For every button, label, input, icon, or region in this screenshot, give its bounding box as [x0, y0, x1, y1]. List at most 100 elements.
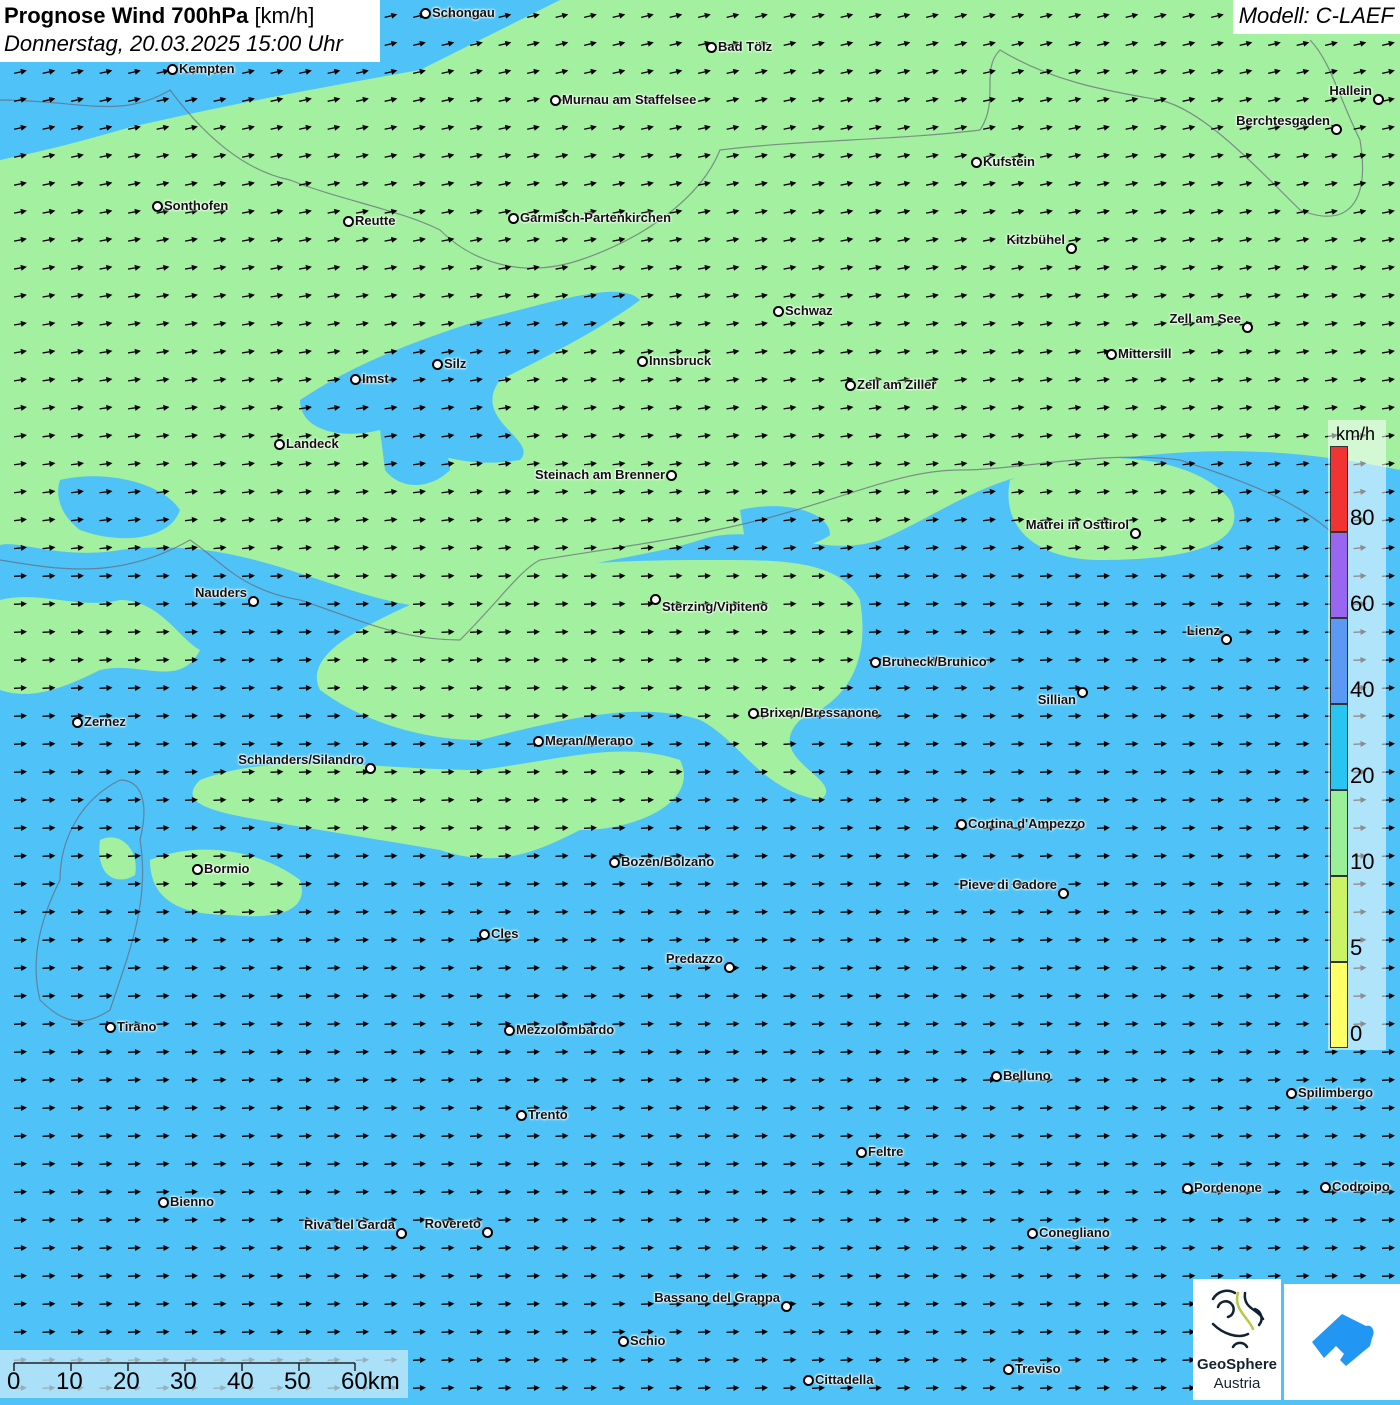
legend-band	[1330, 618, 1348, 704]
legend-tick: 40	[1350, 677, 1374, 703]
geosphere-logo-icon	[1193, 1279, 1281, 1355]
city-label: Berchtesgaden	[1236, 113, 1330, 128]
city-marker	[706, 42, 717, 53]
city-marker	[1331, 124, 1342, 135]
city-label: Imst	[362, 371, 389, 386]
legend-band	[1330, 962, 1348, 1048]
city-marker	[72, 717, 83, 728]
city-marker	[1373, 94, 1384, 105]
geosphere-line1: GeoSphere	[1193, 1356, 1281, 1373]
city-label: Schio	[630, 1333, 665, 1348]
city-marker	[1066, 243, 1077, 254]
title-box: Prognose Wind 700hPa [km/h] Donnerstag, …	[0, 0, 380, 62]
city-label: Zell am See	[1169, 311, 1241, 326]
city-marker	[803, 1375, 814, 1386]
city-marker	[152, 201, 163, 212]
city-marker	[618, 1336, 629, 1347]
city-label: Matrei in Osttirol	[1026, 517, 1129, 532]
city-label: Sterzing/Vipiteno	[662, 599, 768, 614]
scale-label: 30	[170, 1368, 197, 1396]
city-label: Spilimbergo	[1298, 1085, 1373, 1100]
city-label: Bormio	[204, 861, 250, 876]
city-label: Sonthofen	[164, 198, 228, 213]
city-marker	[609, 857, 620, 868]
geosphere-austria-logo[interactable]: GeoSphere Austria	[1193, 1279, 1281, 1400]
city-marker	[748, 708, 759, 719]
city-marker	[420, 8, 431, 19]
city-marker	[192, 864, 203, 875]
city-marker	[158, 1197, 169, 1208]
city-marker	[781, 1301, 792, 1312]
city-label: Garmisch-Partenkirchen	[520, 210, 671, 225]
city-label: Cles	[491, 926, 518, 941]
city-label: Hallein	[1329, 83, 1372, 98]
city-label: Brixen/Bressanone	[760, 705, 879, 720]
forecast-datetime: Donnerstag, 20.03.2025 15:00 Uhr	[4, 30, 376, 58]
title-unit: [km/h]	[254, 3, 314, 28]
legend-band	[1330, 790, 1348, 876]
map-title: Prognose Wind 700hPa [km/h]	[4, 2, 376, 30]
city-label: Zell am Ziller	[857, 377, 936, 392]
city-marker	[666, 470, 677, 481]
city-label: Pordenone	[1194, 1180, 1262, 1195]
city-marker	[1242, 322, 1253, 333]
partner-logo[interactable]	[1284, 1284, 1400, 1400]
city-label: Bad Tölz	[718, 39, 772, 54]
city-label: Schlanders/Silandro	[238, 752, 364, 767]
legend-band	[1330, 876, 1348, 962]
city-label: Landeck	[286, 436, 339, 451]
legend-tick: 60	[1350, 591, 1374, 617]
city-label: Innsbruck	[649, 353, 711, 368]
city-marker	[971, 157, 982, 168]
city-marker	[1221, 634, 1232, 645]
city-marker	[479, 929, 490, 940]
city-marker	[650, 594, 661, 605]
city-label: Schwaz	[785, 303, 833, 318]
city-label: Lienz	[1187, 623, 1220, 638]
city-marker	[482, 1227, 493, 1238]
city-label: Conegliano	[1039, 1225, 1110, 1240]
city-marker	[1027, 1228, 1038, 1239]
city-marker	[845, 380, 856, 391]
title-main: Prognose Wind 700hPa	[4, 3, 248, 28]
city-marker	[504, 1025, 515, 1036]
city-marker	[396, 1228, 407, 1239]
city-label: Codroipo	[1332, 1179, 1390, 1194]
city-label: Mittersill	[1118, 346, 1171, 361]
city-marker	[1182, 1183, 1193, 1194]
scale-label: 60km	[341, 1368, 400, 1396]
city-label: Rovereto	[425, 1216, 481, 1231]
legend-unit: km/h	[1336, 424, 1375, 445]
city-label: Kitzbühel	[1007, 232, 1066, 247]
city-marker	[432, 359, 443, 370]
scale-label: 50	[284, 1368, 311, 1396]
city-label: Bruneck/Brunico	[882, 654, 987, 669]
city-label: Bienno	[170, 1194, 214, 1209]
scale-label: 0	[7, 1368, 20, 1396]
city-label: Belluno	[1003, 1068, 1051, 1083]
city-label: Sillian	[1038, 692, 1076, 707]
city-marker	[870, 657, 881, 668]
city-label: Steinach am Brenner	[535, 467, 665, 482]
city-label: Reutte	[355, 213, 395, 228]
city-marker	[1106, 349, 1117, 360]
city-label: Predazzo	[666, 951, 723, 966]
city-marker	[508, 213, 519, 224]
city-label: Riva del Garda	[304, 1217, 395, 1232]
legend-tick: 20	[1350, 763, 1374, 789]
city-marker	[516, 1110, 527, 1121]
city-label: Bassano del Grappa	[654, 1290, 780, 1305]
legend-band	[1330, 446, 1348, 532]
city-label: Treviso	[1015, 1361, 1061, 1376]
city-marker	[167, 64, 178, 75]
city-marker	[991, 1071, 1002, 1082]
city-label: Pieve di Cadore	[959, 877, 1057, 892]
scale-label: 20	[113, 1368, 140, 1396]
scale-label: 10	[56, 1368, 83, 1396]
city-label: Tirano	[117, 1019, 157, 1034]
city-label: Kufstein	[983, 154, 1035, 169]
scale-bar: 0102030405060km	[0, 1350, 408, 1398]
legend-band	[1330, 532, 1348, 618]
city-label: Trento	[528, 1107, 568, 1122]
city-marker	[1130, 528, 1141, 539]
